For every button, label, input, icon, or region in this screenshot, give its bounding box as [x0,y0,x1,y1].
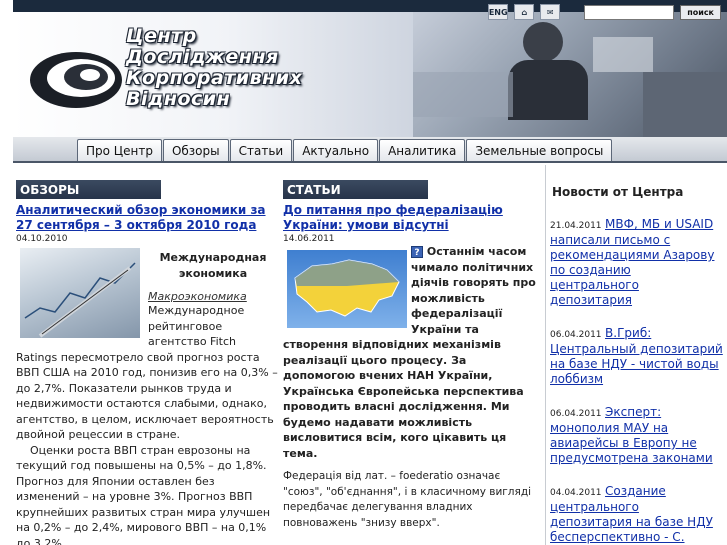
news-item: 06.04.2011 Эксперт: монополия МАУ на ави… [550,405,723,466]
news-date: 21.04.2011 [550,221,602,231]
review-date: 04.10.2010 [16,234,68,244]
finance-photo [20,248,140,338]
review-article-link[interactable]: Аналитический обзор экономики за 27 сент… [16,203,278,233]
nav-item-land[interactable]: Земельные вопросы [466,139,613,161]
nav-item-reviews[interactable]: Обзоры [162,139,229,161]
brand-line: Дослідження [126,46,279,68]
nav-item-analytics[interactable]: Аналитика [379,139,466,161]
news-date: 06.04.2011 [550,409,602,419]
language-switch-button[interactable]: ENG [488,4,509,20]
nav-item-articles[interactable]: Статьи [229,139,293,161]
brand-line: Корпоративних [126,67,303,89]
news-date: 04.04.2011 [550,488,602,498]
news-item: 04.04.2011 Создание центрального депозит… [550,484,723,545]
brand-line: Центр [126,25,197,47]
articles-column: СТАТЬИ До питання про федералізацію Укра… [283,180,541,545]
brand-title: Центр Дослідження Корпоративних Відносин [126,26,302,110]
brand-line: Відносин [126,88,231,110]
office-photo [413,12,727,137]
news-sidebar: Новости от Центра 21.04.2011 МВФ, МБ и U… [545,165,727,545]
article-link[interactable]: До питання про федералізацію України: ум… [283,203,541,233]
mail-icon[interactable]: ✉ [540,4,561,20]
search-button[interactable]: поиск [680,4,721,20]
review-body-2: Оценки роста ВВП стран еврозоны на текущ… [16,443,271,545]
reviews-column: ОБЗОРЫ Аналитический обзор экономики за … [16,180,278,545]
nav-item-about[interactable]: Про Центр [77,139,162,161]
header-tools: ENG ⌂ ✉ поиск [488,4,721,20]
main-nav: Про Центр Обзоры Статьи Актуально Аналит… [13,137,727,163]
news-item: 21.04.2011 МВФ, МБ и USAID написали пись… [550,217,723,308]
section-header-reviews: ОБЗОРЫ [16,180,161,199]
news-date: 06.04.2011 [550,330,602,340]
section-header-articles: СТАТЬИ [283,180,428,199]
search-input[interactable] [584,4,675,20]
news-title: Новости от Центра [552,185,684,199]
news-item: 06.04.2011 В.Гриб: Центральный депозитар… [550,326,723,387]
ukraine-map-image [287,250,407,328]
macroeconomics-link[interactable]: Макроэкономика [148,290,247,303]
logo-icon [30,52,122,108]
help-icon: ? [411,246,423,258]
article-date: 14.06.2011 [283,234,335,244]
article-body: Федерація від лат. – foederatio означає … [283,470,532,529]
home-icon[interactable]: ⌂ [514,4,535,20]
site-header: ENG ⌂ ✉ поиск Центр Дослідження Корпорат… [13,0,727,137]
nav-item-actual[interactable]: Актуально [293,139,379,161]
